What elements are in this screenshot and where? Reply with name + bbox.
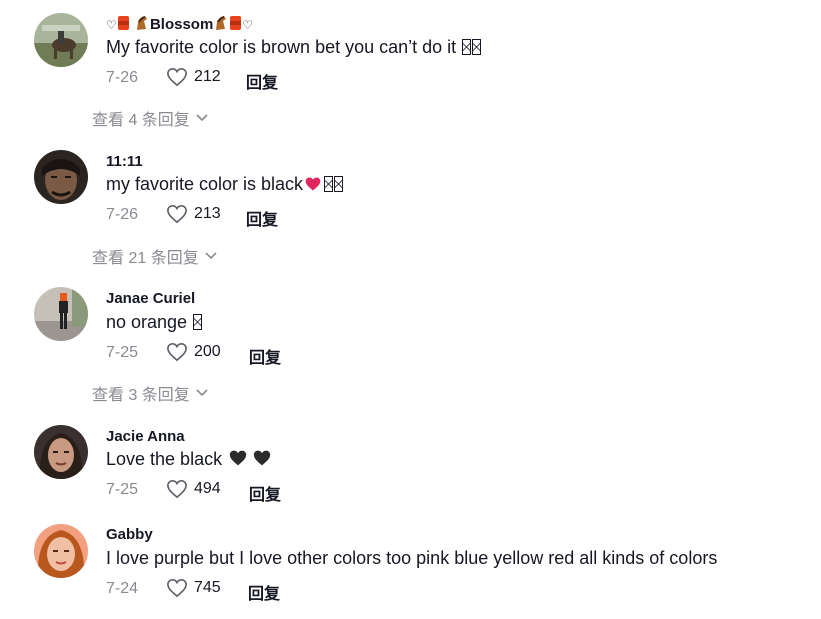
like-count: 745 — [194, 579, 221, 596]
comment-username[interactable]: 11:11 — [106, 153, 143, 170]
heart-outline-small-icon: ♡ — [242, 18, 254, 32]
comment-text: I love purple but I love other colors to… — [106, 548, 718, 568]
view-replies-label: 查看 3 条回复 — [92, 387, 190, 404]
comment-text: no orange — [106, 312, 203, 333]
reply-button[interactable]: 回复 — [249, 481, 281, 505]
like-button[interactable]: 494 — [166, 479, 221, 499]
view-replies-label: 查看 4 条回复 — [92, 112, 190, 129]
can-emoji-icon — [117, 15, 130, 35]
comment-username[interactable]: Jacie Anna — [106, 428, 185, 445]
reply-button[interactable]: 回复 — [249, 344, 281, 368]
view-replies-button[interactable]: 查看 3 条回复 — [92, 381, 208, 405]
like-button[interactable]: 200 — [166, 342, 221, 362]
missing-glyph-icon — [472, 39, 482, 55]
avatar[interactable] — [34, 524, 88, 578]
comment-text: my favorite color is black — [106, 174, 344, 197]
black-heart-emoji-icon — [251, 449, 273, 472]
horse-emoji-icon — [213, 15, 229, 35]
missing-glyph-icon — [324, 176, 334, 192]
heart-outline-icon — [167, 342, 187, 362]
chevron-down-icon — [196, 114, 208, 122]
like-button[interactable]: 213 — [166, 204, 221, 224]
comment-date: 7-24 — [106, 580, 139, 597]
reply-button[interactable]: 回复 — [246, 69, 278, 93]
comment-date: 7-26 — [106, 69, 139, 86]
view-replies-button[interactable]: 查看 21 条回复 — [92, 244, 217, 268]
reply-button[interactable]: 回复 — [248, 580, 280, 604]
avatar[interactable] — [34, 287, 88, 341]
comment-username[interactable]: ♡ Blossom ♡ — [106, 15, 253, 35]
comment-username[interactable]: Janae Curiel — [106, 290, 195, 307]
avatar[interactable] — [34, 150, 88, 204]
missing-glyph-icon — [193, 314, 203, 330]
missing-glyph-icon — [462, 39, 472, 55]
chevron-down-icon — [196, 389, 208, 397]
comment-username[interactable]: Gabby — [106, 526, 153, 543]
black-heart-emoji-icon — [227, 449, 249, 472]
avatar[interactable] — [34, 425, 88, 479]
heart-outline-icon — [167, 204, 187, 224]
avatar[interactable] — [34, 13, 88, 67]
like-button[interactable]: 212 — [166, 67, 221, 87]
reply-button[interactable]: 回复 — [246, 206, 278, 230]
like-button[interactable]: 745 — [166, 578, 221, 598]
like-count: 494 — [194, 480, 221, 497]
view-replies-label: 查看 21 条回复 — [92, 250, 199, 267]
missing-glyph-icon — [334, 176, 344, 192]
like-count: 213 — [194, 205, 221, 222]
like-count: 200 — [194, 343, 221, 360]
heart-outline-small-icon: ♡ — [106, 18, 117, 32]
chevron-down-icon — [205, 252, 217, 260]
comment-text: My favorite color is brown bet you can’t… — [106, 37, 482, 58]
like-count: 212 — [194, 68, 221, 85]
view-replies-button[interactable]: 查看 4 条回复 — [92, 106, 208, 130]
red-heart-emoji-icon — [303, 176, 323, 197]
horse-emoji-icon — [134, 15, 150, 35]
heart-outline-icon — [167, 479, 187, 499]
comment-date: 7-25 — [106, 344, 139, 361]
can-emoji-icon — [229, 15, 242, 35]
heart-outline-icon — [167, 67, 187, 87]
comment-date: 7-25 — [106, 481, 139, 498]
heart-outline-icon — [167, 578, 187, 598]
comment-text: Love the black — [106, 449, 273, 472]
comment-date: 7-26 — [106, 206, 139, 223]
